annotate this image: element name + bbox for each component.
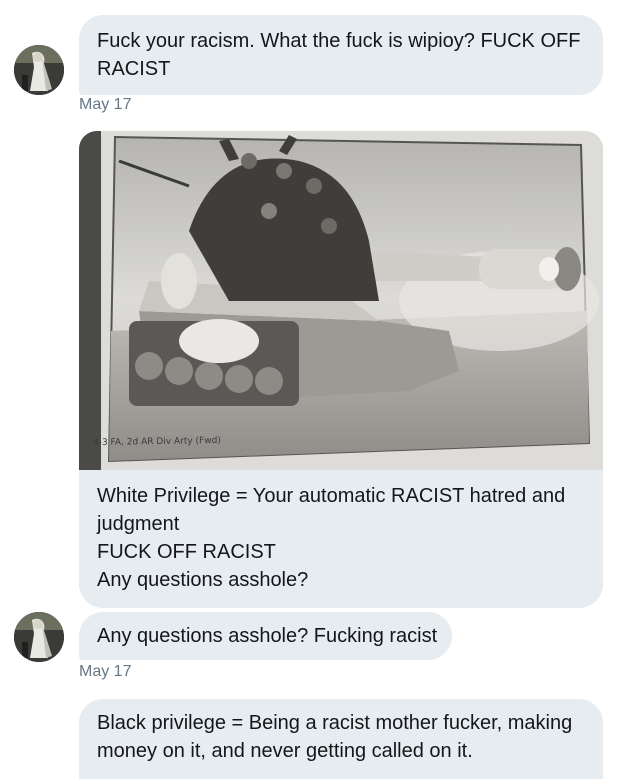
message-text-line: FUCK OFF RACIST bbox=[97, 541, 276, 563]
message-photo[interactable]: 4-3 FA, 2d AR Div Arty (Fwd) bbox=[79, 131, 603, 470]
tank-photo-image bbox=[79, 131, 603, 470]
message-text-line: Any questions asshole? bbox=[97, 569, 309, 591]
sender-avatar[interactable] bbox=[14, 45, 64, 95]
message-bubble[interactable]: Any questions asshole? Fucking racist bbox=[79, 612, 452, 660]
avatar-image bbox=[14, 45, 64, 95]
message-text-line: Black privilege = Being a racist mother … bbox=[97, 712, 573, 734]
message-text-line: White Privilege = Your automatic RACIST … bbox=[97, 485, 566, 507]
message-text-line: RACIST bbox=[97, 58, 171, 80]
message-timestamp: May 17 bbox=[79, 96, 132, 113]
message-bubble[interactable]: White Privilege = Your automatic RACIST … bbox=[79, 470, 603, 608]
message-text-line: judgment bbox=[97, 513, 180, 535]
sender-avatar[interactable] bbox=[14, 612, 64, 662]
message-text-line: Fuck your racism. What the fuck is wipio… bbox=[97, 30, 581, 52]
message-bubble[interactable]: Fuck your racism. What the fuck is wipio… bbox=[79, 15, 603, 95]
message-timestamp: May 17 bbox=[79, 663, 132, 680]
message-text-line: money on it, and never getting called on… bbox=[97, 740, 473, 762]
avatar-image bbox=[14, 612, 64, 662]
message-text-line: Any questions asshole? Fucking racist bbox=[97, 625, 438, 647]
message-bubble[interactable]: Black privilege = Being a racist mother … bbox=[79, 699, 603, 779]
